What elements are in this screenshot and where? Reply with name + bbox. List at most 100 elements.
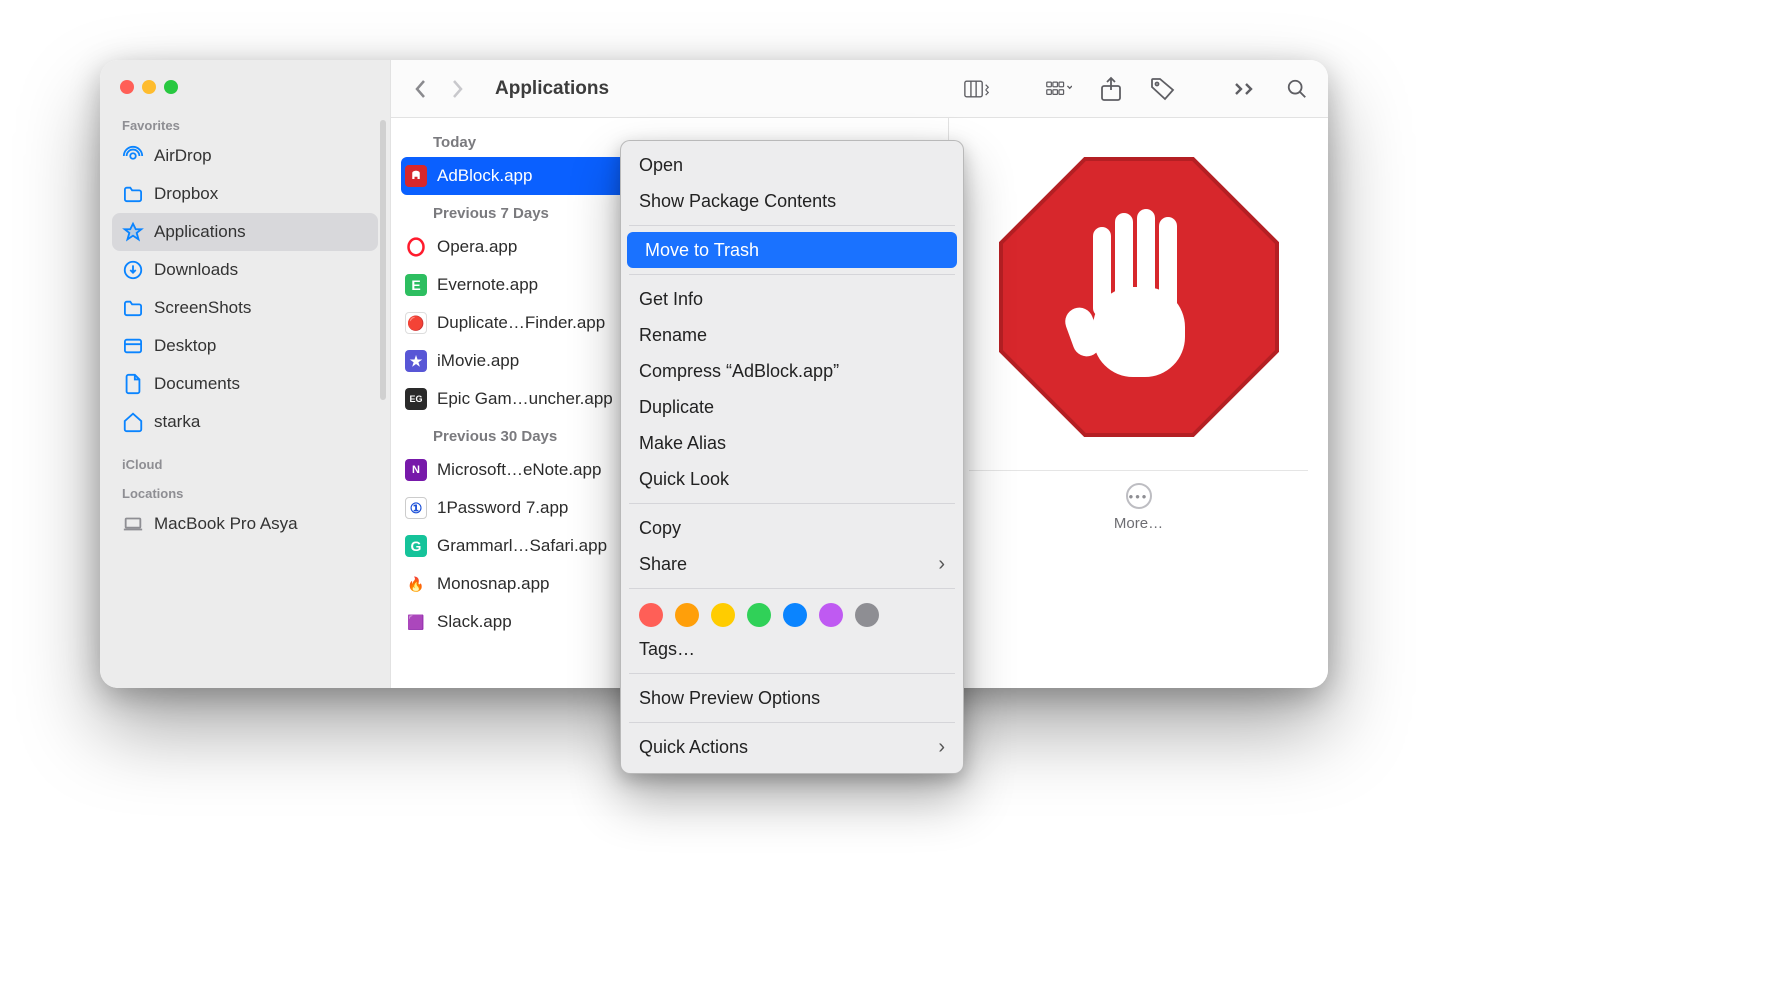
more-label: More…	[1114, 515, 1163, 532]
chevron-right-icon: ›	[938, 736, 945, 759]
file-label: Evernote.app	[437, 275, 538, 295]
menu-make-alias[interactable]: Make Alias	[621, 425, 963, 461]
sidebar-item-dropbox[interactable]: Dropbox	[112, 175, 378, 213]
menu-separator	[629, 673, 955, 674]
tags-button[interactable]	[1150, 76, 1176, 102]
toolbar-overflow-button[interactable]	[1232, 76, 1258, 102]
window-controls	[112, 76, 378, 112]
sidebar-heading-favorites: Favorites	[112, 112, 378, 137]
desktop-icon	[122, 335, 144, 357]
preview-panel: ••• More…	[948, 118, 1328, 688]
duplicate-finder-icon: 🔴	[405, 312, 427, 334]
menu-show-package-contents[interactable]: Show Package Contents	[621, 183, 963, 219]
preview-more[interactable]: ••• More…	[1114, 483, 1163, 532]
sidebar-item-label: Downloads	[154, 260, 238, 280]
menu-separator	[629, 274, 955, 275]
onepassword-icon: ①	[405, 497, 427, 519]
menu-open[interactable]: Open	[621, 147, 963, 183]
chevron-right-icon: ›	[938, 553, 945, 576]
tag-green[interactable]	[747, 603, 771, 627]
zoom-window-button[interactable]	[164, 80, 178, 94]
file-label: 1Password 7.app	[437, 498, 568, 518]
laptop-icon	[122, 513, 144, 535]
sidebar-item-label: ScreenShots	[154, 298, 251, 318]
close-window-button[interactable]	[120, 80, 134, 94]
sidebar-heading-icloud: iCloud	[112, 451, 378, 476]
preview-separator	[969, 470, 1308, 471]
menu-quick-look[interactable]: Quick Look	[621, 461, 963, 497]
sidebar-item-label: Desktop	[154, 336, 216, 356]
search-button[interactable]	[1284, 76, 1310, 102]
file-label: Opera.app	[437, 237, 517, 257]
sidebar-item-screenshots[interactable]: ScreenShots	[112, 289, 378, 327]
sidebar-item-label: AirDrop	[154, 146, 212, 166]
sidebar-item-home[interactable]: starka	[112, 403, 378, 441]
stage: Favorites AirDrop Dropbox	[0, 0, 1768, 996]
tag-red[interactable]	[639, 603, 663, 627]
sidebar-item-documents[interactable]: Documents	[112, 365, 378, 403]
sidebar-scrollbar[interactable]	[380, 120, 386, 400]
group-by-button[interactable]	[1046, 76, 1072, 102]
context-menu: Open Show Package Contents Move to Trash…	[620, 140, 964, 774]
monosnap-icon: 🔥	[405, 573, 427, 595]
adblock-icon	[405, 165, 427, 187]
sidebar-item-label: MacBook Pro Asya	[154, 514, 298, 534]
sidebar-item-label: Documents	[154, 374, 240, 394]
menu-compress[interactable]: Compress “AdBlock.app”	[621, 353, 963, 389]
menu-tags[interactable]: Tags…	[621, 631, 963, 667]
file-label: Duplicate…Finder.app	[437, 313, 605, 333]
back-button[interactable]	[409, 77, 433, 101]
menu-separator	[629, 225, 955, 226]
imovie-icon: ★	[405, 350, 427, 372]
tag-blue[interactable]	[783, 603, 807, 627]
file-label: AdBlock.app	[437, 166, 532, 186]
minimize-window-button[interactable]	[142, 80, 156, 94]
menu-quick-actions[interactable]: Quick Actions›	[621, 729, 963, 765]
sidebar-item-macbook[interactable]: MacBook Pro Asya	[112, 505, 378, 543]
file-label: Epic Gam…uncher.app	[437, 389, 613, 409]
share-button[interactable]	[1098, 76, 1124, 102]
downloads-icon	[122, 259, 144, 281]
tag-purple[interactable]	[819, 603, 843, 627]
more-icon: •••	[1126, 483, 1152, 509]
sidebar-item-label: Applications	[154, 222, 246, 242]
menu-move-to-trash[interactable]: Move to Trash	[627, 232, 957, 268]
opera-icon	[405, 236, 427, 258]
tag-gray[interactable]	[855, 603, 879, 627]
sidebar-item-label: Dropbox	[154, 184, 218, 204]
file-label: Slack.app	[437, 612, 512, 632]
tag-yellow[interactable]	[711, 603, 735, 627]
menu-get-info[interactable]: Get Info	[621, 281, 963, 317]
view-columns-button[interactable]	[964, 76, 990, 102]
tag-orange[interactable]	[675, 603, 699, 627]
airdrop-icon	[122, 145, 144, 167]
slack-icon: 🟪	[405, 611, 427, 633]
grammarly-icon: G	[405, 535, 427, 557]
menu-rename[interactable]: Rename	[621, 317, 963, 353]
menu-separator	[629, 503, 955, 504]
sidebar-item-label: starka	[154, 412, 200, 432]
menu-duplicate[interactable]: Duplicate	[621, 389, 963, 425]
file-label: Grammarl…Safari.app	[437, 536, 607, 556]
menu-share[interactable]: Share›	[621, 546, 963, 582]
file-label: iMovie.app	[437, 351, 519, 371]
menu-separator	[629, 722, 955, 723]
document-icon	[122, 373, 144, 395]
sidebar-item-downloads[interactable]: Downloads	[112, 251, 378, 289]
applications-icon	[122, 221, 144, 243]
sidebar-item-desktop[interactable]: Desktop	[112, 327, 378, 365]
file-label: Microsoft…eNote.app	[437, 460, 601, 480]
epic-games-icon: EG	[405, 388, 427, 410]
sidebar-item-airdrop[interactable]: AirDrop	[112, 137, 378, 175]
sidebar-heading-locations: Locations	[112, 480, 378, 505]
menu-copy[interactable]: Copy	[621, 510, 963, 546]
evernote-icon: E	[405, 274, 427, 296]
sidebar-item-applications[interactable]: Applications	[112, 213, 378, 251]
preview-image	[984, 142, 1294, 452]
file-label: Monosnap.app	[437, 574, 549, 594]
toolbar: Applications	[391, 60, 1328, 118]
forward-button[interactable]	[445, 77, 469, 101]
menu-tag-colors	[621, 595, 963, 631]
menu-show-preview-options[interactable]: Show Preview Options	[621, 680, 963, 716]
sidebar: Favorites AirDrop Dropbox	[100, 60, 390, 688]
